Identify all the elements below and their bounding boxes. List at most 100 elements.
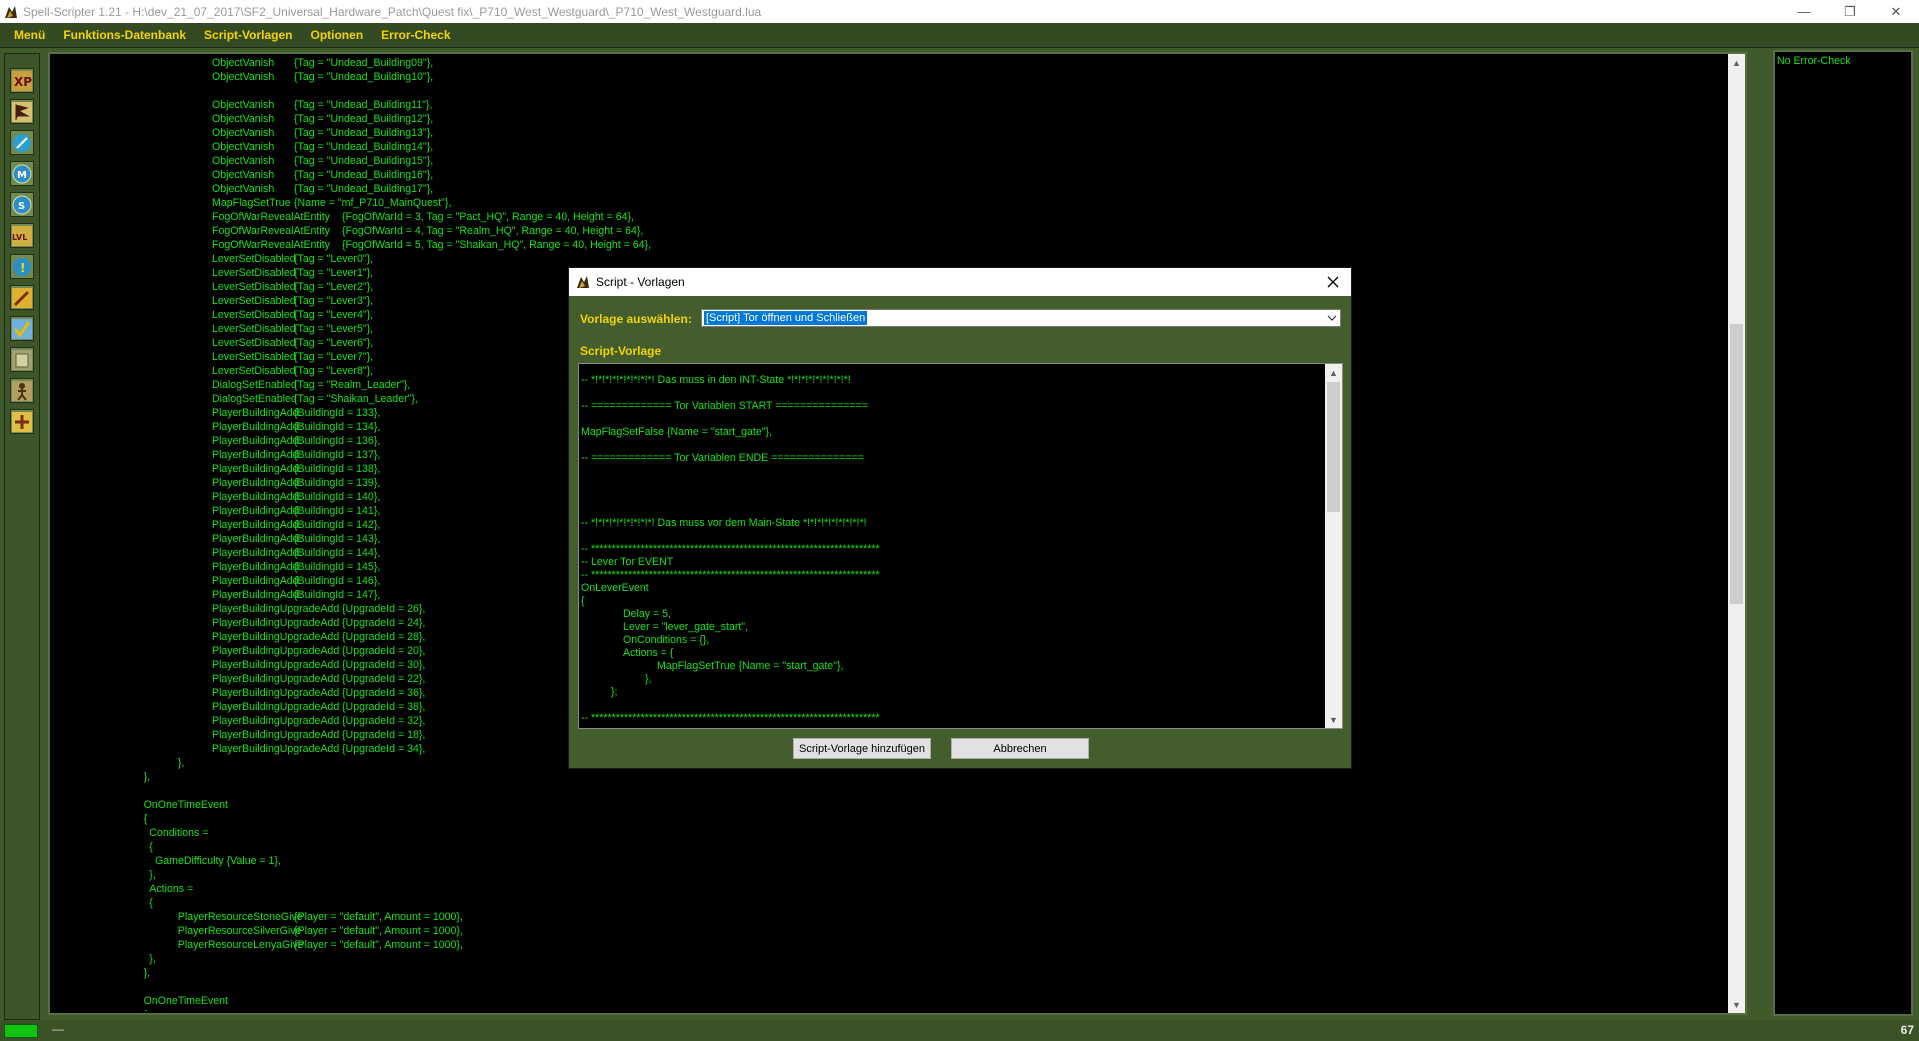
svg-text:LVL: LVL — [12, 233, 27, 242]
scroll-down-icon[interactable]: ▼ — [1325, 711, 1342, 728]
code-keyword: OnOneTimeEvent — [143, 799, 228, 811]
menu-function-database[interactable]: Funktions-Datenbank — [54, 28, 195, 42]
code-arguments: {FogOfWarId = 4, Tag = "Realm_HQ", Range… — [342, 225, 644, 237]
script-preview-scrollbar[interactable]: ▲ ▼ — [1325, 364, 1342, 728]
menu-script-templates[interactable]: Script-Vorlagen — [195, 28, 301, 42]
menu-error-check[interactable]: Error-Check — [372, 28, 459, 42]
gate-tool-button[interactable] — [10, 347, 34, 372]
editor-scrollbar-thumb[interactable] — [1730, 324, 1743, 604]
xp-tool-button[interactable]: XP — [10, 68, 34, 93]
code-keyword: { — [144, 1008, 148, 1011]
code-arguments: {UpgradeId = 36}, — [342, 687, 426, 699]
script-preview[interactable]: -- *!*!*!*!*!*!*!*!*! Das muss in den IN… — [578, 363, 1343, 729]
chevron-down-icon[interactable] — [1326, 312, 1338, 324]
code-arguments: {BuildingId = 146}, — [294, 575, 381, 587]
flag-tool-button[interactable] — [10, 99, 34, 124]
code-keyword: DialogSetEnabled — [212, 393, 297, 405]
code-arguments: {BuildingId = 141}, — [294, 505, 381, 517]
code-line: GameDifficulty {Value = 1}, — [50, 854, 1718, 868]
code-keyword: FogOfWarRevealAtEntity — [212, 225, 330, 237]
add-template-button[interactable]: Script-Vorlage hinzufügen — [793, 738, 931, 759]
script-scrollbar-thumb[interactable] — [1327, 382, 1340, 512]
sword-tool-button[interactable] — [10, 285, 34, 310]
code-keyword: OnOneTimeEvent — [143, 995, 228, 1007]
script-line — [581, 413, 1321, 426]
code-keyword: LeverSetDisabled — [212, 323, 296, 335]
script-line-text: OnLeverEvent — [581, 582, 649, 594]
code-keyword: LeverSetDisabled — [212, 253, 296, 265]
code-arguments: {UpgradeId = 26}, — [342, 603, 426, 615]
code-line: Conditions = — [50, 826, 1718, 840]
code-arguments: {Tag = "Undead_Building13"}, — [294, 127, 434, 139]
script-line: -- *!*!*!*!*!*!*!*!*! Das muss in den IN… — [581, 374, 1321, 387]
silver-tool-button[interactable]: S — [10, 192, 34, 217]
code-keyword: PlayerBuildingUpgradeAdd — [212, 687, 340, 699]
mana-tool-button[interactable]: M — [10, 161, 34, 186]
maximize-button[interactable]: ❐ — [1827, 0, 1873, 23]
code-line: ObjectVanish {Tag = "Undead_Building16"}, — [50, 168, 1718, 182]
menu-options[interactable]: Optionen — [301, 28, 372, 42]
script-line-text: -- ============= Tor Variablen START ===… — [581, 400, 869, 412]
code-keyword: Actions = — [149, 883, 194, 895]
level-tool-button[interactable]: LVL — [10, 223, 34, 248]
check-icon — [12, 318, 32, 339]
script-line-text: Actions = { — [623, 647, 674, 659]
script-line — [581, 478, 1321, 491]
code-keyword: FogOfWarRevealAtEntity — [212, 239, 330, 251]
script-line: }, — [581, 673, 1321, 686]
code-keyword: PlayerBuildingUpgradeAdd — [212, 729, 340, 741]
scroll-down-icon[interactable]: ▼ — [1728, 996, 1745, 1013]
code-keyword: }, — [149, 869, 156, 881]
code-arguments: {Tag = "Lever4"}, — [294, 309, 374, 321]
minimize-button[interactable]: — — [1781, 0, 1827, 23]
code-keyword: }, — [143, 771, 151, 783]
template-select-value: [Script] Tor öffnen und Schließen — [704, 311, 868, 325]
code-arguments: {UpgradeId = 34}, — [342, 743, 426, 755]
script-line: -- *************************************… — [581, 543, 1321, 556]
code-arguments: {Tag = "Undead_Building11"}, — [294, 99, 433, 111]
code-arguments: {Tag = "Undead_Building15"}, — [294, 155, 434, 167]
code-keyword: PlayerBuildingUpgradeAdd — [212, 715, 340, 727]
check-tool-button[interactable] — [10, 316, 34, 341]
code-line: OnOneTimeEvent — [50, 798, 1718, 812]
script-line: Delay = 5, — [581, 608, 1321, 621]
dialog-close-button[interactable] — [1323, 272, 1343, 292]
info-tool-button[interactable]: ! — [10, 254, 34, 279]
info-icon: ! — [13, 257, 31, 276]
editor-scrollbar[interactable]: ▲ ▼ — [1728, 54, 1745, 1013]
template-select[interactable]: [Script] Tor öffnen und Schließen — [701, 309, 1341, 327]
window-title-bar: Spell-Scripter 1.21 - H:\dev_21_07_2017\… — [0, 0, 1919, 23]
cancel-button[interactable]: Abbrechen — [951, 738, 1089, 759]
script-line: OnLeverEvent — [581, 582, 1321, 595]
error-check-panel: No Error-Check — [1773, 50, 1913, 1016]
code-keyword: { — [143, 813, 148, 825]
script-line-text: OnConditions = {}, — [623, 634, 710, 646]
code-arguments: {BuildingId = 139}, — [294, 477, 381, 489]
code-arguments: {Tag = "Lever2"}, — [294, 281, 374, 293]
code-arguments: {Player = "default", Amount = 1000}, — [294, 911, 463, 923]
code-arguments: {BuildingId = 140}, — [294, 491, 381, 503]
code-arguments: {Tag = "Lever0"}, — [294, 253, 374, 265]
svg-text:S: S — [18, 201, 25, 212]
code-keyword: PlayerBuildingAdd — [212, 589, 299, 601]
code-keyword: PlayerBuildingUpgradeAdd — [212, 617, 340, 629]
scroll-up-icon[interactable]: ▲ — [1728, 54, 1745, 71]
code-arguments: {Tag = "Shaikan_Leader"}, — [294, 393, 418, 405]
close-window-button[interactable]: ✕ — [1873, 0, 1919, 23]
code-keyword: PlayerResourceStoneGive — [177, 911, 303, 923]
xp-icon: XP — [12, 70, 32, 91]
add-tool-button[interactable] — [10, 409, 34, 434]
menu-bar: Menü Funktions-Datenbank Script-Vorlagen… — [0, 23, 1919, 48]
svg-text:XP: XP — [14, 75, 32, 89]
code-keyword: PlayerBuildingAdd — [212, 575, 299, 587]
scroll-up-icon[interactable]: ▲ — [1325, 364, 1342, 381]
spell-tool-button[interactable] — [10, 130, 34, 155]
code-keyword: PlayerBuildingAdd — [212, 421, 299, 433]
silver-icon: S — [12, 195, 32, 214]
figure-tool-button[interactable] — [10, 378, 34, 403]
code-line: }, — [50, 868, 1718, 882]
menu-menu[interactable]: Menü — [0, 28, 54, 42]
code-keyword: ObjectVanish — [212, 71, 275, 83]
script-line-text: MapFlagSetFalse {Name = "start_gate"}, — [581, 426, 772, 438]
code-keyword: PlayerBuildingUpgradeAdd — [212, 659, 340, 671]
